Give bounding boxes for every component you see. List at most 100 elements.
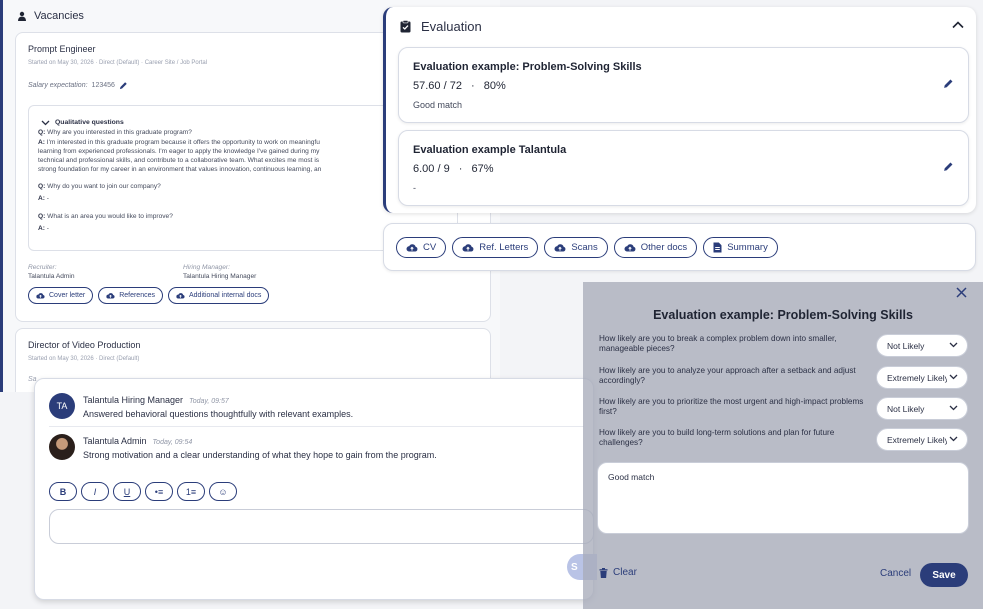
italic-button[interactable]: I bbox=[81, 482, 109, 501]
evaluation-score: 57.60 / 72 · 80% bbox=[413, 80, 506, 92]
modal-title: Evaluation example: Problem-Solving Skil… bbox=[653, 308, 913, 322]
select-value: Not Likely bbox=[887, 403, 925, 414]
clear-label: Clear bbox=[613, 567, 637, 578]
question-row: How likely are you to prioritize the mos… bbox=[599, 397, 969, 423]
cloud-upload-icon bbox=[36, 292, 45, 299]
bold-button[interactable]: B bbox=[49, 482, 77, 501]
qualitative-title: Qualitative questions bbox=[55, 119, 124, 126]
additional-docs-label: Additional internal docs bbox=[188, 292, 262, 299]
scans-button[interactable]: Scans bbox=[544, 237, 608, 258]
evaluation-note: - bbox=[413, 183, 416, 193]
evaluation-card-title: Evaluation example: Problem-Solving Skil… bbox=[413, 61, 642, 73]
score-percent: 80% bbox=[483, 80, 506, 92]
likelihood-select[interactable]: Not Likely bbox=[876, 334, 968, 357]
recruiter-name: Talantula Admin bbox=[28, 273, 75, 280]
comment-author: Talantula Admin Today, 09:54 bbox=[83, 436, 192, 446]
bullet-list-button[interactable]: •≡ bbox=[145, 482, 173, 501]
editor-toolbar: B I U •≡ 1≡ ☺ bbox=[49, 482, 237, 501]
hiring-manager-label: Hiring Manager: bbox=[183, 264, 230, 271]
question-text: How likely are you to break a complex pr… bbox=[599, 334, 837, 353]
summary-button[interactable]: Summary bbox=[703, 237, 778, 258]
chevron-down-icon bbox=[41, 120, 50, 126]
emoji-button[interactable]: ☺ bbox=[209, 482, 237, 501]
question-row: How likely are you to analyze your appro… bbox=[599, 366, 969, 392]
evaluation-title: Evaluation bbox=[421, 19, 482, 34]
score-value: 6.00 / 9 bbox=[413, 163, 450, 175]
question: Q: What is an area you would like to imp… bbox=[38, 213, 173, 220]
references-button[interactable]: References bbox=[98, 287, 163, 304]
underline-button[interactable]: U bbox=[113, 482, 141, 501]
chevron-down-icon bbox=[949, 405, 958, 411]
hiring-manager: Hiring Manager: Talantula Hiring Manager bbox=[183, 263, 256, 281]
likelihood-select[interactable]: Not Likely bbox=[876, 397, 968, 420]
recruiter-label: Recruiter: bbox=[28, 264, 57, 271]
salary-value: 123456 bbox=[91, 82, 115, 89]
chevron-down-icon bbox=[949, 436, 958, 442]
evaluation-card[interactable]: Evaluation example Talantula 6.00 / 9 · … bbox=[398, 130, 969, 206]
save-button[interactable]: Save bbox=[920, 563, 968, 587]
comment-text: Strong motivation and a clear understand… bbox=[83, 450, 437, 460]
avatar: TA bbox=[49, 393, 75, 419]
additional-docs-button[interactable]: Additional internal docs bbox=[167, 287, 270, 304]
references-label: References bbox=[119, 292, 155, 299]
comment-item: Talantula Admin Today, 09:54 Strong motiv… bbox=[49, 434, 589, 464]
trash-icon bbox=[599, 567, 608, 578]
other-docs-label: Other docs bbox=[640, 242, 688, 253]
vacancy-meta: Started on May 30, 2026 · Direct (Defaul… bbox=[28, 356, 140, 362]
clear-button[interactable]: Clear bbox=[599, 567, 637, 578]
cancel-button[interactable]: Cancel bbox=[880, 568, 911, 579]
evaluation-card[interactable]: Evaluation example: Problem-Solving Skil… bbox=[398, 47, 969, 123]
clipboard-check-icon bbox=[400, 20, 411, 33]
ref-letters-button[interactable]: Ref. Letters bbox=[452, 237, 539, 258]
vacancy-docs: Cover letter References Additional inter… bbox=[28, 287, 270, 304]
pencil-icon[interactable] bbox=[943, 161, 954, 172]
avatar bbox=[49, 434, 75, 460]
qualitative-toggle[interactable]: Qualitative questions bbox=[41, 119, 124, 126]
vacancy-meta: Started on May 30, 2026 · Direct (Defaul… bbox=[28, 60, 208, 66]
likelihood-select[interactable]: Extremely Likely bbox=[876, 366, 968, 389]
evaluation-panel: Evaluation Evaluation example: Problem-S… bbox=[383, 7, 976, 213]
score-separator: · bbox=[471, 80, 475, 92]
question-text: How likely are you to prioritize the mos… bbox=[599, 397, 864, 416]
comment-time: Today, 09:54 bbox=[152, 439, 193, 446]
documents-bar: CV Ref. Letters Scans Other docs Summary bbox=[383, 223, 976, 271]
vacancies-header: Vacancies bbox=[17, 10, 84, 22]
cv-button[interactable]: CV bbox=[396, 237, 447, 258]
file-icon bbox=[713, 242, 722, 253]
select-value: Not Likely bbox=[887, 340, 925, 351]
comment-author: Talantula Hiring Manager Today, 09:57 bbox=[83, 395, 229, 405]
other-docs-button[interactable]: Other docs bbox=[613, 237, 698, 258]
pencil-icon[interactable] bbox=[119, 81, 128, 90]
vacancies-title: Vacancies bbox=[34, 10, 84, 22]
score-percent: 67% bbox=[471, 163, 494, 175]
cloud-upload-icon bbox=[554, 243, 566, 252]
cv-label: CV bbox=[423, 242, 437, 253]
evaluation-header: Evaluation bbox=[400, 19, 482, 34]
comment-time: Today, 09:57 bbox=[189, 398, 229, 405]
cloud-upload-icon bbox=[406, 243, 418, 252]
cover-letter-label: Cover letter bbox=[49, 292, 86, 299]
chevron-down-icon bbox=[949, 374, 958, 380]
question-text: How likely are you to analyze your appro… bbox=[599, 366, 856, 385]
chevron-up-icon[interactable] bbox=[952, 21, 964, 29]
comment-input[interactable] bbox=[49, 509, 594, 544]
close-icon[interactable] bbox=[956, 287, 967, 298]
comments-panel: TA Talantula Hiring Manager Today, 09:57 … bbox=[34, 378, 597, 600]
notes-textarea[interactable]: Good match bbox=[597, 462, 969, 534]
ref-letters-label: Ref. Letters bbox=[479, 242, 529, 253]
comment-item: TA Talantula Hiring Manager Today, 09:57 … bbox=[49, 393, 589, 423]
select-value: Extremely Likely bbox=[887, 372, 947, 383]
numbered-list-button[interactable]: 1≡ bbox=[177, 482, 205, 501]
recruiter: Recruiter: Talantula Admin bbox=[28, 263, 75, 281]
pencil-icon[interactable] bbox=[943, 78, 954, 89]
evaluation-note: Good match bbox=[413, 100, 463, 110]
evaluation-card-title: Evaluation example Talantula bbox=[413, 144, 567, 156]
comment-divider bbox=[49, 426, 584, 427]
cloud-upload-icon bbox=[106, 292, 115, 299]
select-value: Extremely Likely bbox=[887, 434, 947, 445]
likelihood-select[interactable]: Extremely Likely bbox=[876, 428, 968, 451]
cloud-upload-icon bbox=[176, 292, 185, 299]
evaluation-score: 6.00 / 9 · 67% bbox=[413, 163, 494, 175]
cover-letter-button[interactable]: Cover letter bbox=[28, 287, 94, 304]
comment-author-name: Talantula Hiring Manager bbox=[83, 395, 184, 405]
